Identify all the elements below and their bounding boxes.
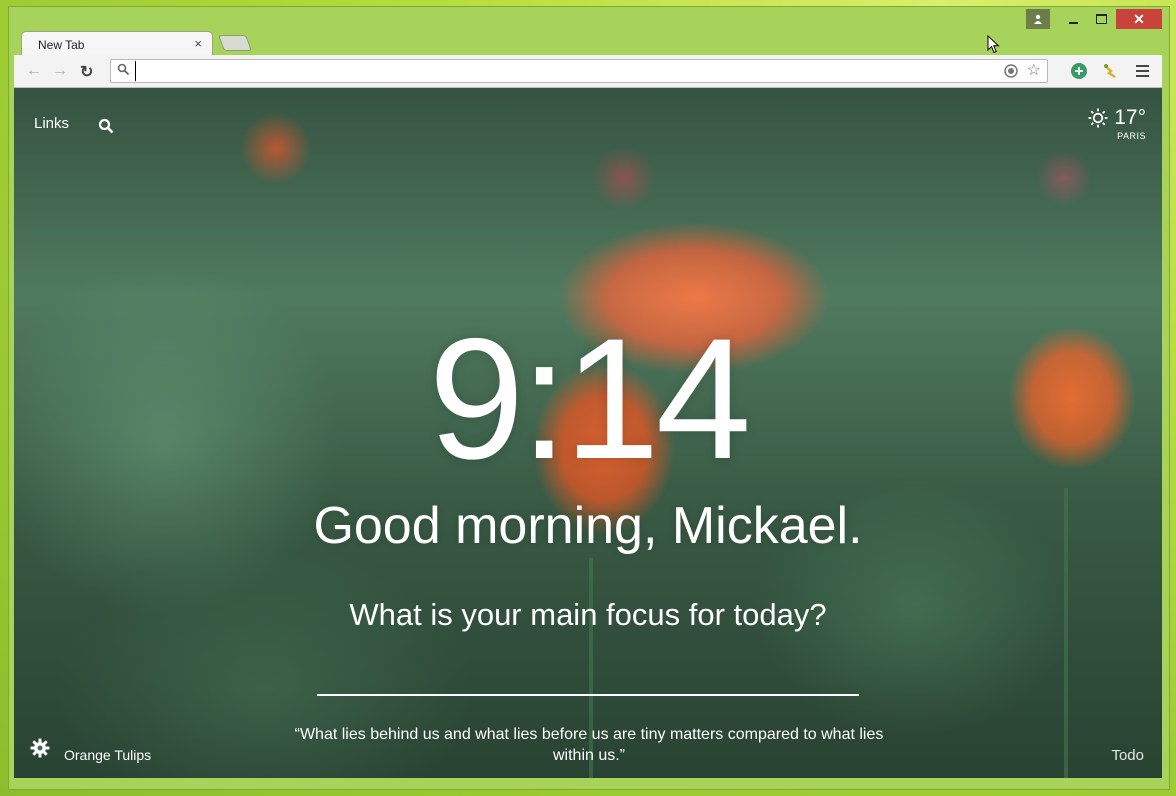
focus-input[interactable] (317, 666, 859, 696)
weather-widget[interactable]: 17° PARIS (1088, 106, 1146, 141)
weather-temperature: 17° (1114, 106, 1146, 129)
daily-quote: “What lies behind us and what lies befor… (294, 726, 884, 764)
reload-button[interactable]: ↻ (80, 62, 93, 82)
browser-window: ✕ New Tab × ← → ↻ ☆ Links 17° PARIS 9:14… (8, 6, 1170, 790)
extension-yellow-icon[interactable] (1102, 62, 1120, 80)
clock: 9:14 (428, 303, 752, 495)
address-input[interactable] (135, 61, 1010, 81)
extension-green-icon[interactable] (1070, 62, 1088, 80)
omnibox[interactable]: ☆ (110, 59, 1048, 83)
menu-icon[interactable] (1136, 65, 1149, 80)
tab-new-tab[interactable]: New Tab × (21, 31, 213, 58)
search-icon[interactable] (98, 118, 114, 134)
sun-icon (1088, 108, 1108, 128)
maximize-icon (1095, 14, 1107, 24)
settings-gear-icon[interactable] (30, 738, 50, 758)
mouse-cursor-icon (987, 35, 1000, 54)
greeting: Good morning, Mickael. (313, 497, 863, 555)
close-window-button[interactable]: ✕ (1116, 9, 1162, 29)
bookmark-star-icon[interactable]: ☆ (1027, 60, 1041, 80)
maximize-button[interactable] (1088, 9, 1114, 29)
minimize-icon (1068, 22, 1078, 24)
weather-city: PARIS (1117, 131, 1146, 141)
forward-button[interactable]: → (52, 62, 68, 80)
todo-button[interactable]: Todo (1111, 747, 1144, 764)
new-tab-button[interactable] (218, 35, 252, 51)
search-icon (117, 63, 130, 76)
background-photo-name[interactable]: Orange Tulips (64, 747, 151, 763)
person-icon (1034, 14, 1042, 24)
window-controls: ✕ (1026, 9, 1162, 29)
profile-button[interactable] (1026, 9, 1050, 29)
minimize-button[interactable] (1060, 9, 1086, 29)
back-button[interactable]: ← (26, 62, 42, 80)
location-target-icon[interactable] (1003, 63, 1019, 79)
browser-toolbar: ← → ↻ ☆ (14, 55, 1162, 88)
tab-title: New Tab (38, 38, 85, 52)
links-button[interactable]: Links (34, 115, 69, 132)
focus-question: What is your main focus for today? (349, 597, 827, 632)
tab-close-icon[interactable]: × (194, 36, 202, 51)
close-icon: ✕ (1133, 10, 1145, 27)
new-tab-page: Links 17° PARIS 9:14 Good morning, Micka… (14, 88, 1162, 778)
